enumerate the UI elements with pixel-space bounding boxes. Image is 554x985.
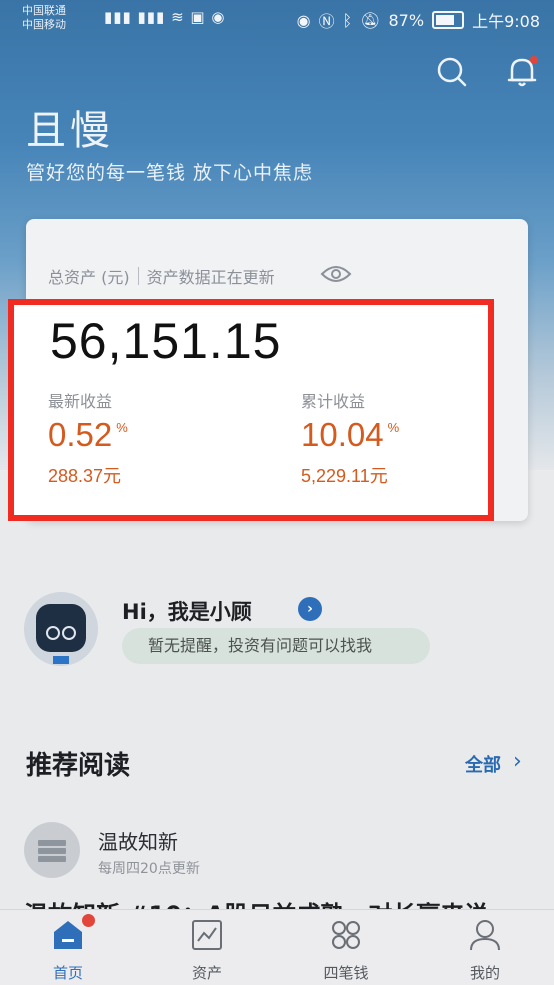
notification-dot: [530, 56, 538, 64]
brand-title: 且慢: [26, 108, 114, 154]
carrier-info: 中国联通 中国移动: [22, 4, 66, 32]
mute-icon: 🔕︎: [360, 10, 381, 30]
grid-icon: [332, 921, 360, 949]
brand-slogan: 管好您的每一笔钱 放下心中焦虑: [26, 162, 314, 184]
search-icon[interactable]: [432, 52, 472, 92]
latest-earnings-amount: 288.37元: [48, 466, 122, 486]
chart-icon: [192, 920, 222, 950]
tab-home[interactable]: 首页: [18, 910, 118, 985]
tab-me[interactable]: 我的: [435, 910, 535, 985]
asset-card-header: 总资产 (元) 资产数据正在更新: [48, 264, 275, 288]
assistant-message[interactable]: 暂无提醒，投资有问题可以找我: [122, 628, 430, 664]
divider: [137, 267, 139, 285]
latest-earnings-label: 最新收益: [48, 392, 113, 411]
signal-icon: ▮▮▮ ▮▮▮ ≋ ▣ ◉: [104, 8, 226, 26]
column-title[interactable]: 温故知新: [98, 826, 178, 855]
eye-icon[interactable]: [320, 262, 352, 286]
column-icon[interactable]: [24, 822, 80, 878]
tab-label: 四笔钱: [323, 964, 369, 982]
tab-label: 首页: [52, 964, 83, 982]
tab-four-money[interactable]: 四笔钱: [296, 910, 396, 985]
tab-label: 资产: [191, 964, 222, 982]
total-assets-value: 56,151.15: [50, 313, 282, 369]
percent-sign: %: [387, 420, 400, 435]
chevron-right-icon[interactable]: ›: [298, 597, 322, 621]
total-assets-label: 总资产 (元): [48, 268, 130, 287]
cumulative-earnings-percent: 10.04%: [301, 416, 399, 454]
status-right: ◉ Ⓝ ᛒ 🔕︎ 87% 上午9:08: [297, 8, 540, 32]
view-all-link[interactable]: 全部: [465, 751, 501, 777]
status-bar: 中国联通 中国移动 ▮▮▮ ▮▮▮ ≋ ▣ ◉ ◉ Ⓝ ᛒ 🔕︎ 87% 上午9…: [0, 0, 554, 40]
cumulative-earnings-label: 累计收益: [301, 392, 366, 411]
section-title: 推荐阅读: [26, 751, 131, 781]
robot-icon: [36, 604, 86, 652]
bluetooth-icon: ᛒ: [342, 10, 353, 30]
latest-pct-value: 0.52: [48, 416, 113, 453]
glasses-left: [46, 626, 60, 640]
assistant-greeting[interactable]: Hi，我是小顾: [122, 596, 252, 626]
home-icon: [54, 921, 82, 949]
nfc-icon: Ⓝ: [318, 12, 335, 31]
tab-label: 我的: [469, 964, 500, 982]
column-subtitle: 每周四20点更新: [98, 861, 200, 877]
home-badge-dot: [82, 914, 95, 927]
cum-pct-value: 10.04: [301, 416, 384, 453]
cumulative-earnings-amount: 5,229.11元: [301, 466, 388, 486]
carrier-2: 中国移动: [22, 18, 66, 31]
glasses-right: [62, 626, 76, 640]
battery-icon: [432, 11, 465, 29]
bow-tie: [53, 656, 69, 664]
eye-comfort-icon: ◉: [296, 10, 311, 30]
carrier-1: 中国联通: [22, 4, 66, 17]
percent-sign: %: [116, 420, 128, 435]
latest-earnings-percent: 0.52%: [48, 416, 128, 454]
battery-percent: 87%: [388, 10, 425, 30]
updating-text: 资产数据正在更新: [146, 268, 275, 287]
user-icon: [470, 920, 500, 951]
tab-assets[interactable]: 资产: [157, 910, 257, 985]
chevron-right-icon[interactable]: ›: [513, 749, 522, 774]
clock: 上午9:08: [472, 12, 540, 31]
